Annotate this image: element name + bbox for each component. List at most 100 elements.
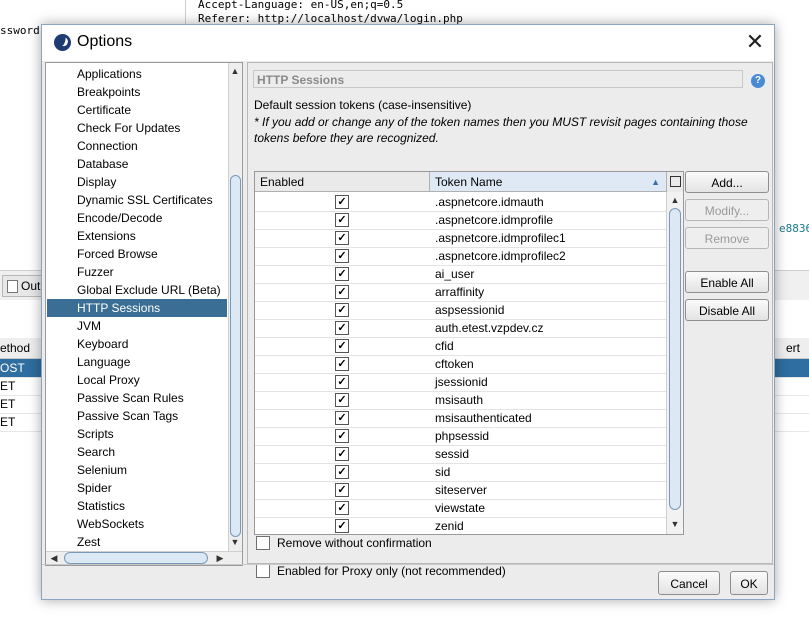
- scroll-down-icon[interactable]: ▼: [669, 518, 681, 530]
- token-row[interactable]: ✓ siteserver: [255, 481, 666, 500]
- enabled-checkbox[interactable]: ✓: [335, 483, 349, 497]
- column-header-token-name[interactable]: Token Name ▲: [430, 172, 666, 192]
- tree-item[interactable]: Fuzzer: [77, 263, 114, 281]
- token-row[interactable]: ✓ zenid: [255, 517, 666, 534]
- tree-item[interactable]: Extensions: [77, 227, 136, 245]
- token-row[interactable]: ✓ ai_user: [255, 265, 666, 284]
- tree-item[interactable]: Encode/Decode: [77, 209, 162, 227]
- tree-item[interactable]: Passive Scan Tags: [77, 407, 178, 425]
- enabled-for-proxy-only-option[interactable]: Enabled for Proxy only (not recommended): [256, 563, 506, 579]
- tree-item[interactable]: Local Proxy: [77, 371, 140, 389]
- tree-item[interactable]: Statistics: [77, 497, 125, 515]
- tree-item[interactable]: Database: [77, 155, 128, 173]
- enabled-checkbox[interactable]: ✓: [335, 519, 349, 533]
- token-row[interactable]: ✓ phpsessid: [255, 427, 666, 446]
- tree-item[interactable]: Applications: [77, 65, 142, 83]
- disable-all-button[interactable]: Disable All: [685, 299, 769, 321]
- remove-button[interactable]: Remove: [685, 227, 769, 249]
- http-sessions-panel: HTTP Sessions ? Default session tokens (…: [247, 62, 773, 578]
- enabled-checkbox[interactable]: ✓: [335, 213, 349, 227]
- token-row[interactable]: ✓ cfid: [255, 337, 666, 356]
- tree-item[interactable]: JVM: [77, 317, 101, 335]
- tree-item[interactable]: Connection: [77, 137, 138, 155]
- token-name-cell: msisauth: [435, 393, 484, 407]
- enabled-checkbox[interactable]: ✓: [335, 357, 349, 371]
- enabled-checkbox[interactable]: ✓: [335, 231, 349, 245]
- token-row[interactable]: ✓ .aspnetcore.idmauth: [255, 193, 666, 212]
- column-header-enabled[interactable]: Enabled: [255, 172, 430, 192]
- tree-item[interactable]: HTTP Sessions: [47, 299, 227, 317]
- tree-item[interactable]: Breakpoints: [77, 83, 140, 101]
- tree-item[interactable]: Forced Browse: [77, 245, 158, 263]
- enabled-checkbox[interactable]: ✓: [335, 501, 349, 515]
- enable-all-button[interactable]: Enable All: [685, 271, 769, 293]
- close-icon[interactable]: ✕: [742, 29, 768, 55]
- token-name-cell: .aspnetcore.idmprofile: [435, 213, 554, 227]
- token-row[interactable]: ✓ sid: [255, 463, 666, 482]
- enabled-checkbox[interactable]: ✓: [335, 303, 349, 317]
- tree-hscroll-thumb[interactable]: [64, 552, 208, 564]
- scroll-down-icon[interactable]: ▼: [229, 536, 241, 548]
- help-icon[interactable]: ?: [751, 74, 765, 88]
- tree-item[interactable]: Global Exclude URL (Beta): [77, 281, 221, 299]
- enabled-checkbox[interactable]: ✓: [335, 375, 349, 389]
- tree-item[interactable]: Dynamic SSL Certificates: [77, 191, 213, 209]
- scroll-up-icon[interactable]: ▲: [229, 65, 241, 77]
- modify-button[interactable]: Modify...: [685, 199, 769, 221]
- token-name-cell: auth.etest.vzpdev.cz: [435, 321, 544, 335]
- remove-without-confirmation-checkbox[interactable]: [256, 536, 270, 550]
- editor-line: Accept-Language: en-US,en;q=0.5: [198, 0, 404, 11]
- tree-item[interactable]: Display: [77, 173, 116, 191]
- token-row[interactable]: ✓ msisauthenticated: [255, 409, 666, 428]
- tree-item[interactable]: WebSockets: [77, 515, 144, 533]
- scroll-left-icon[interactable]: ◀: [48, 552, 60, 564]
- enabled-checkbox[interactable]: ✓: [335, 321, 349, 335]
- tree-item[interactable]: Scripts: [77, 425, 114, 443]
- tree-horizontal-scrollbar[interactable]: ◀ ▶: [46, 551, 242, 565]
- token-row[interactable]: ✓ arraffinity: [255, 283, 666, 302]
- enabled-checkbox[interactable]: ✓: [335, 429, 349, 443]
- column-chooser-icon[interactable]: [666, 172, 683, 193]
- token-row[interactable]: ✓ msisauth: [255, 391, 666, 410]
- tree-item[interactable]: Check For Updates: [77, 119, 180, 137]
- column-header-token-label: Token Name: [435, 175, 503, 189]
- token-row[interactable]: ✓ sessid: [255, 445, 666, 464]
- enabled-checkbox[interactable]: ✓: [335, 447, 349, 461]
- table-vertical-scrollbar[interactable]: ▲ ▼: [666, 192, 683, 534]
- add-button[interactable]: Add...: [685, 171, 769, 193]
- enabled-for-proxy-only-checkbox[interactable]: [256, 564, 270, 578]
- token-row[interactable]: ✓ .aspnetcore.idmprofile: [255, 211, 666, 230]
- enabled-checkbox[interactable]: ✓: [335, 465, 349, 479]
- enabled-checkbox[interactable]: ✓: [335, 267, 349, 281]
- tree-item[interactable]: Zest: [77, 533, 100, 551]
- tree-vertical-scrollbar[interactable]: ▲ ▼: [228, 63, 242, 551]
- token-row[interactable]: ✓ aspsessionid: [255, 301, 666, 320]
- remove-without-confirmation-option[interactable]: Remove without confirmation: [256, 535, 432, 551]
- token-row[interactable]: ✓ viewstate: [255, 499, 666, 518]
- tree-item[interactable]: Certificate: [77, 101, 131, 119]
- token-row[interactable]: ✓ .aspnetcore.idmprofilec1: [255, 229, 666, 248]
- enabled-checkbox[interactable]: ✓: [335, 285, 349, 299]
- table-scroll-thumb[interactable]: [669, 208, 681, 510]
- tree-item[interactable]: Selenium: [77, 461, 127, 479]
- enabled-checkbox[interactable]: ✓: [335, 249, 349, 263]
- token-row[interactable]: ✓ cftoken: [255, 355, 666, 374]
- tree-item[interactable]: Search: [77, 443, 115, 461]
- background-hex-text: e8836: [779, 222, 809, 235]
- enabled-checkbox[interactable]: ✓: [335, 393, 349, 407]
- enabled-checkbox[interactable]: ✓: [335, 339, 349, 353]
- tree-scroll-thumb[interactable]: [230, 175, 241, 537]
- token-row[interactable]: ✓ jsessionid: [255, 373, 666, 392]
- token-row[interactable]: ✓ auth.etest.vzpdev.cz: [255, 319, 666, 338]
- enabled-checkbox[interactable]: ✓: [335, 195, 349, 209]
- tree-item[interactable]: Spider: [77, 479, 112, 497]
- enabled-checkbox[interactable]: ✓: [335, 411, 349, 425]
- tree-item[interactable]: Passive Scan Rules: [77, 389, 184, 407]
- ok-button[interactable]: OK: [730, 571, 768, 595]
- scroll-right-icon[interactable]: ▶: [214, 552, 226, 564]
- scroll-up-icon[interactable]: ▲: [669, 194, 681, 206]
- tree-item[interactable]: Language: [77, 353, 130, 371]
- tree-item[interactable]: Keyboard: [77, 335, 128, 353]
- cancel-button[interactable]: Cancel: [658, 571, 720, 595]
- token-row[interactable]: ✓ .aspnetcore.idmprofilec2: [255, 247, 666, 266]
